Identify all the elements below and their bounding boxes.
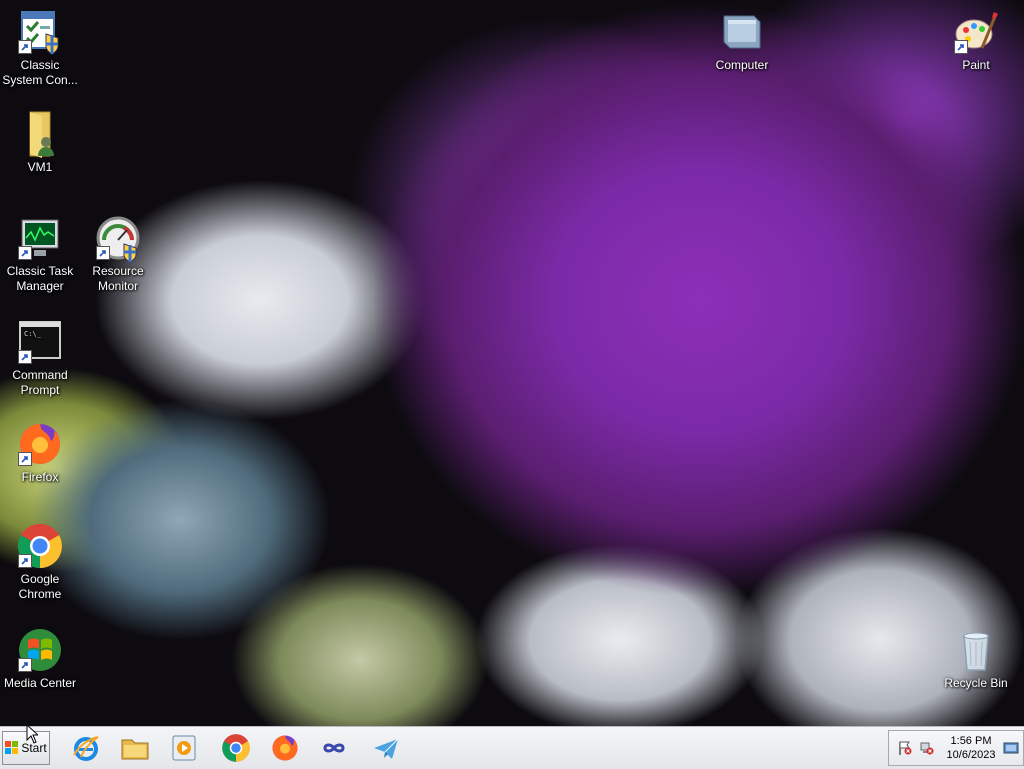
desktop-icon-label: Media Center [3,676,77,690]
desktop-icon-resource-monitor[interactable]: Resource Monitor [78,214,158,294]
desktop-icon-label: VM1 [27,160,53,174]
taskbar-firefox[interactable] [267,732,303,764]
taskbar-google-chrome[interactable] [218,732,254,764]
taskbar-file-explorer[interactable] [117,732,153,764]
desktop-icon-firefox[interactable]: Firefox [0,420,80,485]
taskbar-telegram[interactable] [368,732,404,764]
desktop-icon-google-chrome[interactable]: Google Chrome [0,522,80,602]
clock-time: 1:56 PM [950,735,992,747]
network-error-icon[interactable] [919,740,935,756]
command-prompt-icon: C:\_ [16,318,64,366]
clock-date: 10/6/2023 [946,749,996,761]
desktop-icon-label: Command Prompt [12,368,68,397]
shortcut-arrow-icon [96,246,110,260]
shortcut-arrow-icon [18,554,32,568]
desktop-icon-command-prompt[interactable]: C:\_ Command Prompt [0,318,80,398]
taskbar-internet-explorer[interactable] [68,732,104,764]
desktop-icon-classic-system-control[interactable]: Classic System Con... [0,8,80,88]
windows-logo-icon [5,741,19,754]
desktop-icon-paint[interactable]: Paint [936,8,1016,73]
desktop: Classic System Con... VM1 Classic Task M… [0,0,1024,726]
desktop-icon-label: Firefox [21,470,59,484]
shortcut-arrow-icon [18,452,32,466]
action-center-flag-icon[interactable] [897,740,913,756]
desktop-icon-label: Recycle Bin [944,676,1008,690]
taskbar: Start 1:56 PM 10/6/2023 [0,726,1024,769]
control-panel-icon [16,8,64,56]
task-manager-icon [16,214,64,262]
show-desktop-icon[interactable] [1003,740,1019,756]
desktop-icon-media-center[interactable]: Media Center [0,626,80,691]
windows-logo-icon [16,626,64,674]
taskbar-infinity-app[interactable] [316,732,352,764]
shortcut-arrow-icon [18,658,32,672]
desktop-icon-label: Google Chrome [18,572,62,601]
desktop-icon-classic-task-manager[interactable]: Classic Task Manager [0,214,80,294]
internet-explorer-icon [73,736,99,761]
desktop-icon-label: Resource Monitor [92,264,144,293]
chrome-icon [222,734,250,762]
gauge-icon [94,214,142,262]
desktop-icon-vm1[interactable]: VM1 [0,110,80,175]
media-player-icon [172,735,196,761]
desktop-icon-computer[interactable]: Computer [702,8,782,73]
shortcut-arrow-icon [18,40,32,54]
system-tray: 1:56 PM 10/6/2023 [888,730,1024,766]
taskbar-media-player[interactable] [166,732,202,764]
folder-icon [121,739,149,760]
desktop-icon-recycle-bin[interactable]: Recycle Bin [936,626,1016,691]
chrome-icon [16,522,64,570]
infinity-icon [323,743,345,753]
shortcut-arrow-icon [18,246,32,260]
user-folder-icon [16,110,64,158]
shortcut-arrow-icon [954,40,968,54]
firefox-icon [272,735,298,761]
desktop-icon-label: Classic Task Manager [6,264,74,293]
clock[interactable]: 1:56 PM 10/6/2023 [941,734,1001,762]
desktop-icon-label: Paint [962,58,990,72]
recycle-bin-icon [952,626,1000,674]
mouse-cursor-icon [26,724,38,744]
paper-plane-icon [374,738,399,759]
paint-icon [952,8,1000,56]
firefox-icon [16,420,64,468]
desktop-icon-label: Classic System Con... [2,58,78,87]
shortcut-arrow-icon [18,350,32,364]
svg-text:C:\_: C:\_ [24,330,42,338]
computer-icon [718,8,766,56]
desktop-icon-label: Computer [715,58,769,72]
